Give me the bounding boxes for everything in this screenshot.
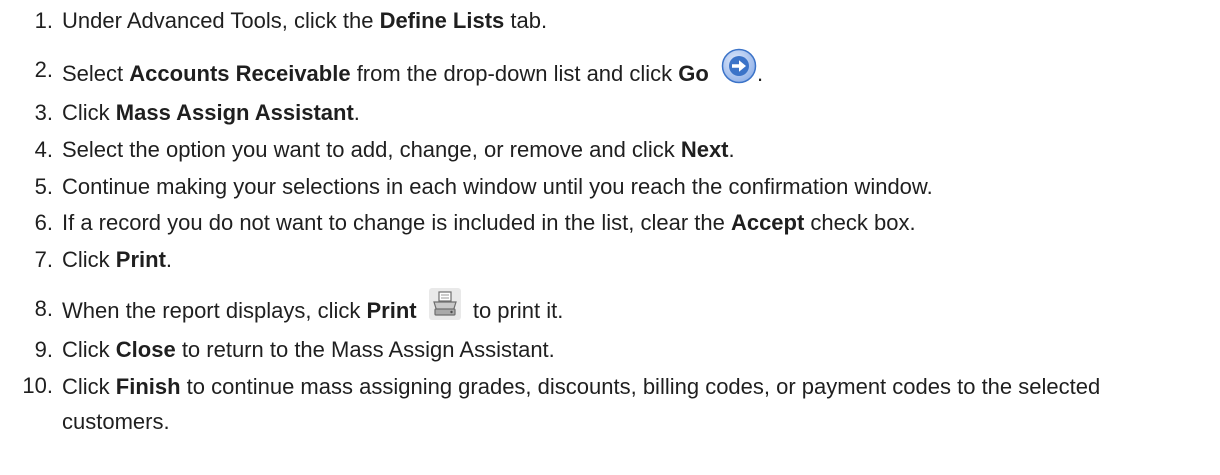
- step-text: Select Accounts Receivable from the drop…: [62, 48, 763, 93]
- close-label: Close: [115, 337, 176, 362]
- instruction-steps: 1. Under Advanced Tools, click the Defin…: [0, 0, 1220, 475]
- step-text: Continue making your selections in each …: [62, 174, 933, 199]
- go-arrow-icon: [721, 48, 757, 84]
- step-number: 4.: [34, 137, 53, 162]
- accept-label: Accept: [730, 210, 805, 235]
- step-number: 1.: [34, 8, 53, 33]
- print-label: Print: [115, 247, 166, 272]
- mass-assign-assistant-label: Mass Assign Assistant: [115, 100, 354, 125]
- step-text: Select the option you want to add, chang…: [62, 137, 735, 162]
- step-number: 6.: [34, 210, 53, 235]
- step-text: Click Print.: [62, 247, 173, 272]
- accounts-receivable-label: Accounts Receivable: [129, 60, 351, 86]
- step-text: When the report displays, click Print to…: [62, 288, 563, 328]
- step-number: 3.: [34, 100, 53, 125]
- step-text: Click Finish to continue mass assigning …: [62, 374, 1101, 434]
- step-number: 8.: [34, 296, 53, 321]
- step-number: 10.: [22, 373, 53, 398]
- next-label: Next: [680, 137, 729, 162]
- step-number: 5.: [34, 174, 53, 199]
- define-lists-label: Define Lists: [379, 8, 505, 33]
- printer-icon: [428, 288, 461, 320]
- step-text: Click Close to return to the Mass Assign…: [62, 337, 555, 362]
- step-text: If a record you do not want to change is…: [62, 210, 916, 235]
- step-text: Under Advanced Tools, click the Define L…: [62, 8, 548, 33]
- go-label: Go: [678, 60, 709, 86]
- step-text: Click Mass Assign Assistant.: [62, 100, 360, 125]
- finish-label: Finish: [115, 374, 181, 399]
- print-label: Print: [366, 297, 417, 323]
- step-number: 2.: [34, 57, 53, 82]
- step-number: 9.: [34, 337, 53, 362]
- step-number: 7.: [34, 247, 53, 272]
